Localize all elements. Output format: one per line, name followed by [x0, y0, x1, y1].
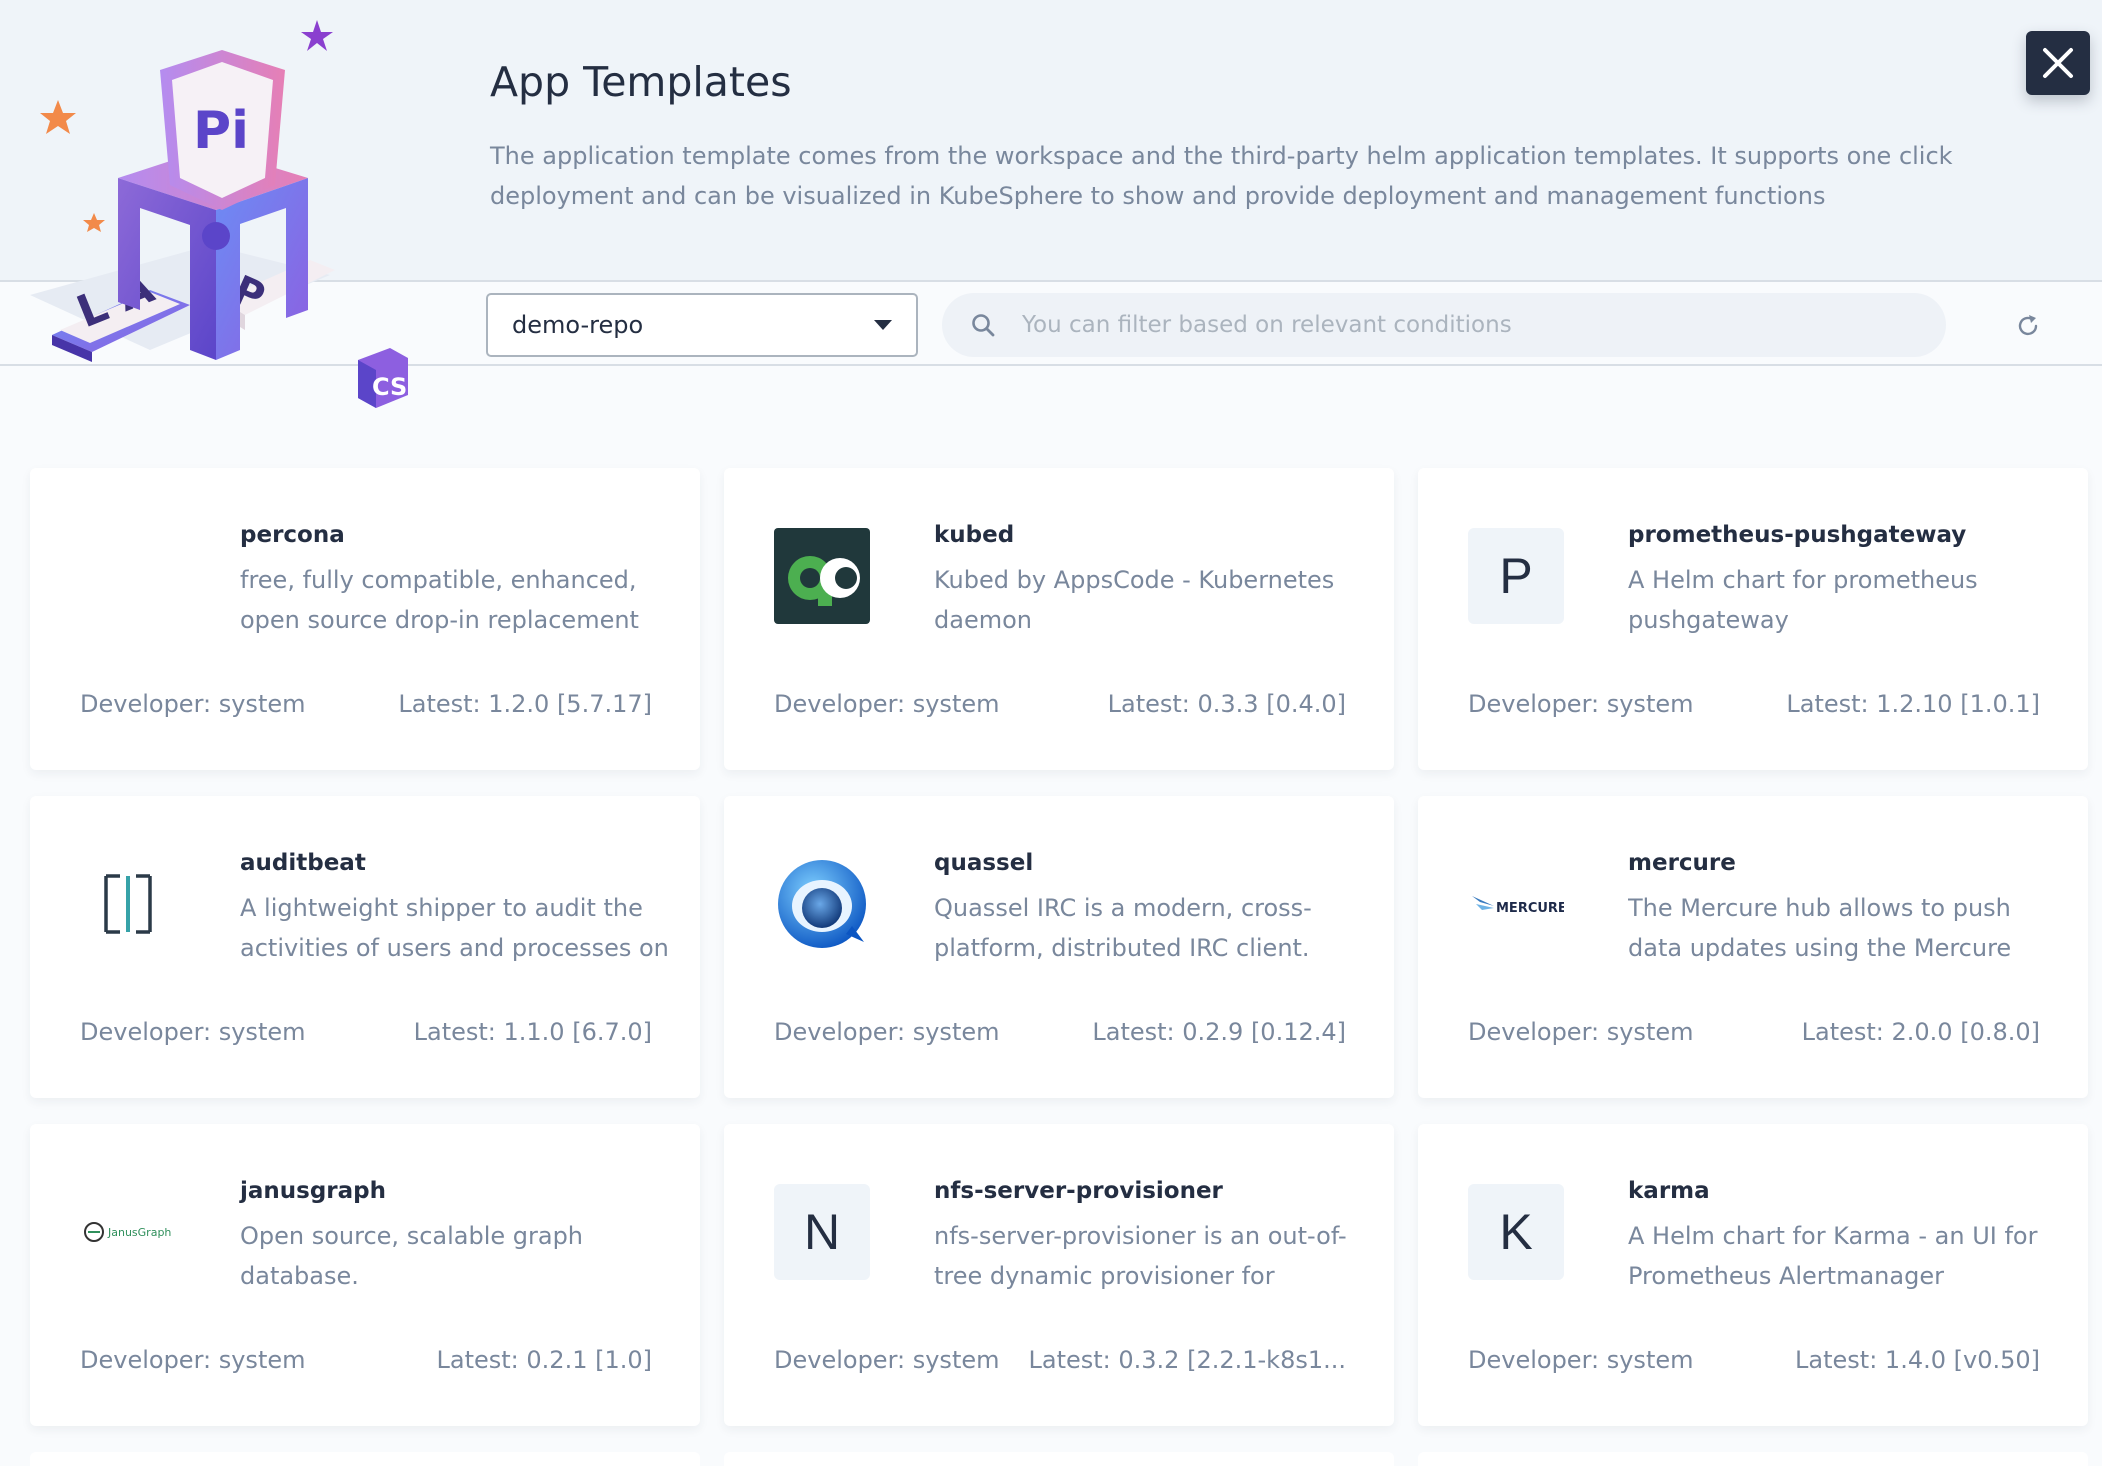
app-developer: Developer: system	[80, 1346, 306, 1374]
app-latest-version: Latest: 1.2.10 [1.0.1]	[1786, 690, 2040, 718]
page-description: The application template comes from the …	[490, 142, 1953, 210]
app-name: janusgraph	[240, 1178, 387, 1204]
app-latest-version: Latest: 1.4.0 [v0.50]	[1795, 1346, 2040, 1374]
app-description: Quassel IRC is a modern, cross-platform,…	[934, 894, 1312, 962]
app-name: mercure	[1628, 850, 1736, 876]
page-title: App Templates	[490, 58, 792, 106]
letter-n-icon: N	[774, 1184, 870, 1280]
app-developer: Developer: system	[1468, 1346, 1694, 1374]
svg-text:CS: CS	[372, 373, 407, 401]
close-icon	[2043, 48, 2073, 78]
janusgraph-logo-icon: JanusGraph	[80, 1184, 176, 1280]
app-templates-page: L A P Pi CS App Templates The applicatio…	[0, 0, 2102, 1466]
app-card-percona[interactable]: percona free, fully compatible, enhanced…	[30, 468, 700, 770]
caret-down-icon	[874, 320, 892, 330]
app-description: nfs-server-provisioner is an out-of-tree…	[934, 1222, 1347, 1290]
letter-p-icon: P	[1468, 528, 1564, 624]
app-description: Open source, scalable graph database.	[240, 1222, 584, 1290]
app-latest-version: Latest: 1.2.0 [5.7.17]	[398, 690, 652, 718]
search-icon	[972, 314, 995, 337]
app-developer: Developer: system	[80, 690, 306, 718]
mercure-logo-icon: MERCURE	[1468, 856, 1564, 952]
app-latest-version: Latest: 0.3.3 [0.4.0]	[1107, 690, 1346, 718]
app-description: A Helm chart for prometheus pushgateway	[1628, 566, 1978, 634]
repo-select-value: demo-repo	[512, 311, 644, 339]
auditbeat-logo-icon	[80, 856, 176, 952]
app-latest-version: Latest: 0.3.2 [2.2.1-k8s1...	[1028, 1346, 1347, 1374]
app-developer: Developer: system	[1468, 1018, 1694, 1046]
app-card-partial[interactable]	[1418, 1452, 2088, 1466]
app-card-nfs-server-provisioner[interactable]: N nfs-server-provisioner nfs-server-prov…	[724, 1124, 1394, 1426]
app-name: kubed	[934, 522, 1015, 548]
app-name: prometheus-pushgateway	[1628, 522, 1967, 548]
app-description: The Mercure hub allows to push data upda…	[1628, 894, 2012, 962]
app-card-janusgraph[interactable]: JanusGraph janusgraph Open source, scala…	[30, 1124, 700, 1426]
app-description: free, fully compatible, enhanced, open s…	[240, 566, 639, 634]
app-latest-version: Latest: 0.2.9 [0.12.4]	[1092, 1018, 1346, 1046]
app-card-quassel[interactable]: quassel Quassel IRC is a modern, cross-p…	[724, 796, 1394, 1098]
quassel-logo-icon	[774, 856, 870, 952]
app-description: A Helm chart for Karma - an UI for Prome…	[1628, 1222, 2038, 1290]
app-card-karma[interactable]: K karma A Helm chart for Karma - an UI f…	[1418, 1124, 2088, 1426]
repo-select[interactable]: demo-repo	[486, 293, 918, 357]
refresh-button[interactable]	[2010, 308, 2046, 344]
svg-text:JanusGraph: JanusGraph	[107, 1226, 171, 1239]
app-name: nfs-server-provisioner	[934, 1178, 1223, 1204]
app-description: A lightweight shipper to audit the activ…	[240, 894, 669, 962]
app-name: auditbeat	[240, 850, 366, 876]
app-name: quassel	[934, 850, 1034, 876]
app-store-illustration: L A P Pi CS	[30, 20, 408, 408]
app-developer: Developer: system	[774, 690, 1000, 718]
app-card-partial[interactable]	[724, 1452, 1394, 1466]
app-card-auditbeat[interactable]: auditbeat A lightweight shipper to audit…	[30, 796, 700, 1098]
app-card-prometheus-pushgateway[interactable]: P prometheus-pushgateway A Helm chart fo…	[1418, 468, 2088, 770]
app-latest-version: Latest: 1.1.0 [6.7.0]	[413, 1018, 652, 1046]
app-developer: Developer: system	[774, 1018, 1000, 1046]
app-developer: Developer: system	[1468, 690, 1694, 718]
app-card-mercure[interactable]: MERCURE mercure The Mercure hub allows t…	[1418, 796, 2088, 1098]
search-input[interactable]	[1022, 312, 1918, 338]
kubed-logo-icon	[774, 528, 870, 624]
app-developer: Developer: system	[774, 1346, 1000, 1374]
letter-k-icon: K	[1468, 1184, 1564, 1280]
percona-logo-icon	[80, 528, 176, 624]
close-button[interactable]	[2026, 31, 2090, 95]
app-developer: Developer: system	[80, 1018, 306, 1046]
svg-text:MERCURE: MERCURE	[1496, 901, 1564, 916]
app-description: Kubed by AppsCode - Kubernetes daemon	[934, 566, 1335, 634]
app-name: karma	[1628, 1178, 1710, 1204]
app-name: percona	[240, 522, 345, 548]
app-card-kubed[interactable]: kubed Kubed by AppsCode - Kubernetes dae…	[724, 468, 1394, 770]
app-card-partial[interactable]	[30, 1452, 700, 1466]
search-box[interactable]	[942, 293, 1946, 357]
app-latest-version: Latest: 0.2.1 [1.0]	[436, 1346, 652, 1374]
svg-text:Pi: Pi	[193, 101, 249, 161]
refresh-icon	[2018, 315, 2038, 336]
app-latest-version: Latest: 2.0.0 [0.8.0]	[1801, 1018, 2040, 1046]
